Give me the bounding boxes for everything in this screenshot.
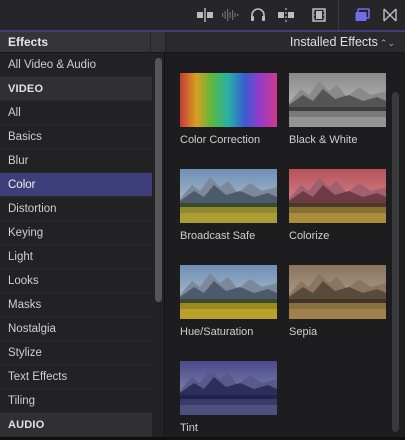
browser-header: Installed Effects ⌃⌄ — [166, 32, 405, 53]
sidebar-item-masks[interactable]: Masks — [0, 293, 152, 317]
effect-label: Sepia — [289, 326, 318, 338]
effect-thumbnail — [289, 169, 386, 223]
sidebar-item-stylize[interactable]: Stylize — [0, 341, 152, 365]
effect-thumbnail — [180, 361, 277, 415]
effect-label: Broadcast Safe — [180, 230, 256, 242]
effect-tile-color-correction[interactable]: Color Correction — [180, 73, 277, 146]
effect-tile-sepia[interactable]: Sepia — [289, 265, 386, 338]
sidebar-item-blur[interactable]: Blur — [0, 149, 152, 173]
effect-tile-broadcast-safe[interactable]: Broadcast Safe — [180, 169, 277, 242]
sidebar-item-tiling[interactable]: Tiling — [0, 389, 152, 413]
effect-label: Colorize — [289, 230, 330, 242]
effect-thumbnail — [289, 265, 386, 319]
sidebar-item-all[interactable]: All — [0, 101, 152, 125]
audio-waveform-icon[interactable] — [220, 7, 240, 23]
sidebar-scrollbar[interactable] — [155, 58, 162, 302]
landscape-thumbnail — [289, 73, 386, 127]
effects-sidebar: Effects All Video & Audio VIDEO All Basics B… — [0, 32, 165, 440]
landscape-thumbnail — [180, 169, 277, 223]
toolbar-divider — [338, 0, 339, 31]
effect-label: Tint — [180, 422, 198, 434]
landscape-thumbnail — [180, 361, 277, 415]
sidebar-item-distortion[interactable]: Distortion — [0, 197, 152, 221]
filmstrip-icon[interactable] — [309, 7, 329, 23]
effect-thumbnail — [180, 169, 277, 223]
updown-chevron-icon: ⌃⌄ — [379, 38, 395, 48]
browser-scrollbar[interactable] — [392, 92, 399, 432]
effect-tile-tint[interactable]: Tint — [180, 361, 277, 434]
sidebar-item-text-effects[interactable]: Text Effects — [0, 365, 152, 389]
effects-browser: Installed Effects ⌃⌄ Color Correction Blac… — [166, 32, 405, 440]
effect-thumbnail — [180, 265, 277, 319]
installed-effects-label: Installed Effects — [289, 35, 378, 49]
headphones-icon[interactable] — [248, 7, 268, 23]
effect-label: Hue/Saturation — [180, 326, 254, 338]
sidebar-item-looks[interactable]: Looks — [0, 269, 152, 293]
installed-effects-popup[interactable]: Installed Effects ⌃⌄ — [290, 35, 395, 49]
sidebar-item-all-video-audio[interactable]: All Video & Audio — [0, 53, 152, 77]
sidebar-item-keying[interactable]: Keying — [0, 221, 152, 245]
landscape-thumbnail — [180, 265, 277, 319]
sidebar-item-basics[interactable]: Basics — [0, 125, 152, 149]
sidebar-item-light[interactable]: Light — [0, 245, 152, 269]
sidebar-header: Effects — [0, 32, 165, 53]
landscape-thumbnail — [289, 169, 386, 223]
effect-tile-hue-saturation[interactable]: Hue/Saturation — [180, 265, 277, 338]
sidebar-section-audio[interactable]: AUDIO — [0, 413, 152, 437]
browser-view-icon[interactable] — [353, 7, 373, 23]
clip-trim-icon[interactable] — [195, 7, 215, 23]
toolbar — [0, 0, 405, 31]
effect-tile-black-white[interactable]: Black & White — [289, 73, 386, 146]
effect-thumbnail — [289, 73, 386, 127]
snapping-icon[interactable] — [276, 7, 296, 23]
spectrum-gradient — [180, 73, 277, 127]
header-divider — [150, 32, 151, 53]
transitions-icon[interactable] — [380, 7, 400, 23]
sidebar-item-color[interactable]: Color — [0, 173, 152, 197]
category-list: All Video & Audio VIDEO All Basics Blur Color… — [0, 53, 152, 437]
effect-label: Color Correction — [180, 134, 261, 146]
landscape-thumbnail — [289, 265, 386, 319]
sidebar-title: Effects — [8, 35, 49, 49]
sidebar-item-nostalgia[interactable]: Nostalgia — [0, 317, 152, 341]
effect-label: Black & White — [289, 134, 358, 146]
sidebar-section-video[interactable]: VIDEO — [0, 77, 152, 101]
effect-tile-colorize[interactable]: Colorize — [289, 169, 386, 242]
effect-thumbnail — [180, 73, 277, 127]
